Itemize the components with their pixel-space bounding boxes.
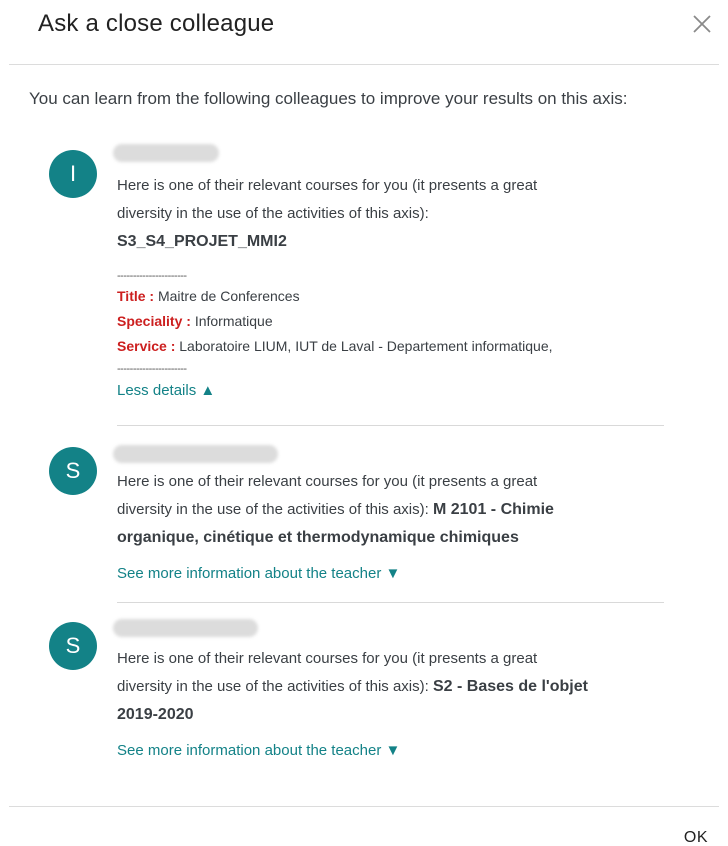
title-label: Title : xyxy=(117,288,155,304)
avatar: I xyxy=(49,150,97,198)
service-label: Service : xyxy=(117,338,176,354)
redacted-name-link[interactable] xyxy=(113,144,219,162)
footer-divider xyxy=(9,806,719,807)
course-name-continued: organique, cinétique et thermodynamique … xyxy=(117,529,519,546)
details-separator-bottom: ---------------------- xyxy=(117,363,187,375)
ok-button[interactable]: OK xyxy=(684,829,708,846)
dialog-title: Ask a close colleague xyxy=(38,10,275,37)
avatar-initial: S xyxy=(65,633,81,658)
dialog-header: Ask a close colleague xyxy=(9,0,719,65)
course-intro-line2: diversity in the use of the activities o… xyxy=(117,673,677,701)
teacher-details: ---------------------- Title : Maitre de… xyxy=(117,268,677,377)
course-name: S2 - Bases de l'objet xyxy=(432,678,588,695)
speciality-label: Speciality : xyxy=(117,313,191,329)
course-intro-line2-text: diversity in the use of the activities o… xyxy=(117,678,429,695)
close-icon[interactable] xyxy=(688,10,716,38)
course-intro-line2: diversity in the use of the activities o… xyxy=(117,496,677,524)
avatar: S xyxy=(49,622,97,670)
course-intro-line1: Here is one of their relevant courses fo… xyxy=(117,473,538,490)
avatar-initial: S xyxy=(65,458,81,483)
course-intro-line2-text: diversity in the use of the activities o… xyxy=(117,501,429,518)
ask-colleague-dialog: Ask a close colleague You can learn from… xyxy=(0,0,728,846)
see-more-info-toggle[interactable]: See more information about the teacher ▼ xyxy=(117,560,677,588)
see-more-info-toggle[interactable]: See more information about the teacher ▼ xyxy=(117,737,677,765)
course-name: M 2101 - Chimie xyxy=(432,501,554,518)
intro-text: You can learn from the following colleag… xyxy=(29,89,628,108)
avatar-initial: I xyxy=(69,161,77,186)
detail-service: Service : Laboratoire LIUM, IUT de Laval… xyxy=(117,334,677,359)
avatar: S xyxy=(49,447,97,495)
redacted-name-link[interactable] xyxy=(113,619,258,637)
course-name: S3_S4_PROJET_MMI2 xyxy=(117,233,287,250)
detail-title: Title : Maitre de Conferences xyxy=(117,284,677,309)
colleague-divider xyxy=(117,425,664,426)
colleague-content: Here is one of their relevant courses fo… xyxy=(117,172,677,405)
colleague-content: Here is one of their relevant courses fo… xyxy=(117,468,677,588)
details-separator-top: ---------------------- xyxy=(117,270,187,282)
less-details-toggle[interactable]: Less details ▲ xyxy=(117,377,677,405)
redacted-name-link[interactable] xyxy=(113,445,278,463)
course-intro-text: Here is one of their relevant courses fo… xyxy=(117,177,538,222)
course-name-continued: 2019-2020 xyxy=(117,706,194,723)
detail-speciality: Speciality : Informatique xyxy=(117,309,677,334)
speciality-value: Informatique xyxy=(194,313,273,329)
course-intro-line1: Here is one of their relevant courses fo… xyxy=(117,650,538,667)
service-value: Laboratoire LIUM, IUT de Laval - Departe… xyxy=(179,338,553,354)
colleague-content: Here is one of their relevant courses fo… xyxy=(117,645,677,765)
title-value: Maitre de Conferences xyxy=(157,288,300,304)
colleague-divider xyxy=(117,602,664,603)
